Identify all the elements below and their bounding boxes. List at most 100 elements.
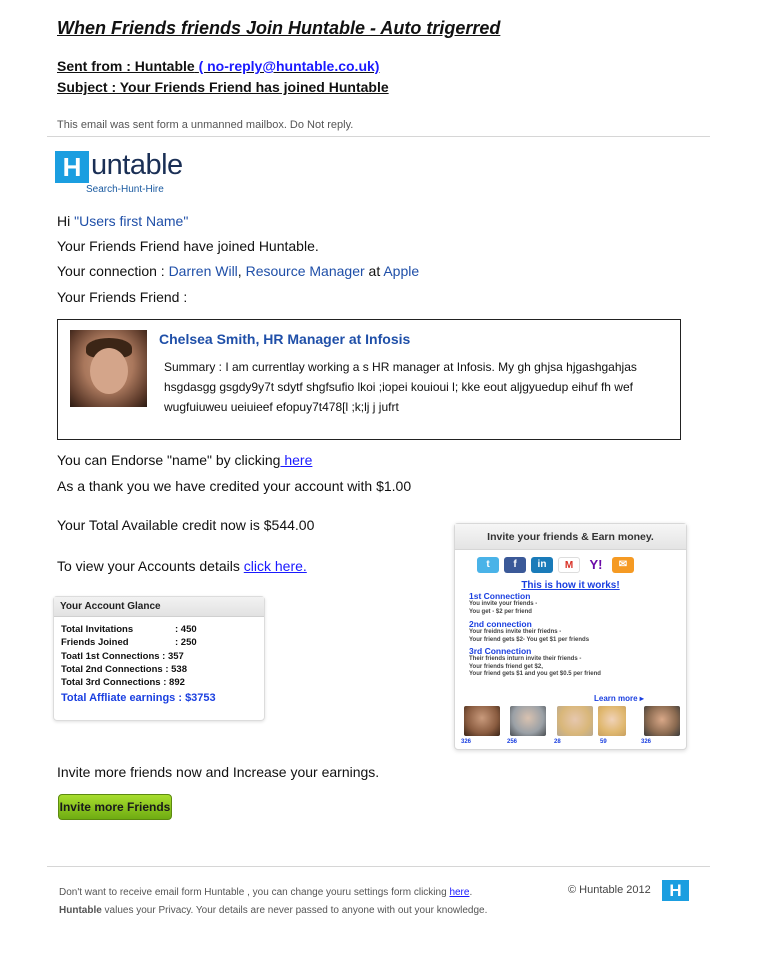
footer-logo-icon[interactable]: H	[662, 880, 689, 901]
endorse-here-link[interactable]: here	[280, 452, 312, 468]
credit-message: As a thank you we have credited your acc…	[57, 478, 412, 494]
total-credit: Your Total Available credit now is $544.…	[57, 517, 315, 533]
connection-role-link[interactable]: Resource Manager	[246, 263, 365, 279]
photo-face	[90, 348, 128, 394]
twitter-icon[interactable]: t	[477, 557, 499, 573]
profile-card: Chelsea Smith, HR Manager at Infosis Sum…	[57, 319, 681, 440]
connection-name-link[interactable]: Darren Will	[169, 263, 238, 279]
glance-row-value: : 538	[165, 663, 187, 675]
glance-row: Total Invitations : 450	[61, 624, 264, 637]
divider	[47, 136, 710, 137]
affiliate-earnings-total: Total Affliate earnings : $3753	[61, 692, 216, 705]
step-line: Their friends inturn invite their friend…	[469, 656, 582, 662]
person-photo[interactable]	[644, 706, 680, 736]
step-line: Your friend gets $1 and you get $0.5 per…	[469, 671, 601, 677]
account-glance-panel: Your Account Glance Total Invitations : 4…	[53, 596, 265, 721]
person-photo[interactable]	[598, 706, 626, 736]
subject-line: Subject : Your Friends Friend has joined…	[57, 79, 389, 95]
connection-line: Your connection : Darren Will, Resource …	[57, 263, 419, 279]
linkedin-icon[interactable]: in	[531, 557, 553, 573]
glance-row: Total 2nd Connections : 538	[61, 664, 264, 677]
profile-photo[interactable]	[70, 330, 147, 407]
endorse-line: You can Endorse "name" by clicking here	[57, 452, 312, 468]
glance-row-label: Total 2nd Connections	[61, 663, 163, 675]
logo-wordmark: untable	[91, 149, 183, 181]
glance-row-label: Friends Joined	[61, 637, 129, 649]
glance-row-value: : 357	[162, 650, 184, 662]
step-title: 2nd connection	[469, 619, 532, 629]
email-icon[interactable]: ✉	[612, 557, 634, 573]
connection-prefix: Your connection :	[57, 263, 169, 279]
invite-panel-title: Invite your friends & Earn money.	[455, 524, 686, 550]
person-photo[interactable]	[464, 706, 500, 736]
glance-row: Friends Joined : 250	[61, 637, 264, 650]
step-title: 3rd Connection	[469, 646, 532, 656]
user-first-name: "Users first Name"	[74, 213, 189, 229]
huntable-logo[interactable]: H untable Search-Hunt-Hire	[55, 149, 187, 199]
step-line: Your freidns invite their friedns -	[469, 629, 562, 635]
step-2nd-connection: 2nd connection Your freidns invite their…	[469, 620, 589, 644]
endorse-text: You can Endorse "name" by clicking	[57, 452, 281, 468]
unsubscribe-line: Don't want to receive email form Huntabl…	[59, 887, 472, 898]
invite-earn-panel: Invite your friends & Earn money. t f in…	[454, 523, 687, 750]
person-photo[interactable]	[510, 706, 546, 736]
sent-from-label: Sent from : Huntable	[57, 58, 195, 74]
step-1st-connection: 1st Connection You invite your friends -…	[469, 592, 537, 616]
account-glance-title: Your Account Glance	[54, 597, 264, 617]
glance-row-label: Total Invitations	[61, 624, 134, 635]
privacy-line: Huntable values your Privacy. Your detai…	[59, 905, 487, 916]
unsubscribe-end: .	[469, 887, 473, 898]
step-line: Your friend gets $2- You get $1 per frie…	[469, 636, 590, 643]
invite-more-friends-button[interactable]: Invite more Friends	[58, 794, 172, 820]
unmanned-mailbox-notice: This email was sent form a unmanned mail…	[57, 119, 354, 131]
logo-h-mark: H	[55, 151, 89, 183]
sent-from-line: Sent from : Huntable ( no-reply@huntable…	[57, 58, 379, 74]
logo-tagline: Search-Hunt-Hire	[86, 184, 164, 195]
greeting-hi: Hi	[57, 213, 71, 229]
step-title: 1st Connection	[469, 591, 531, 601]
connection-company-link[interactable]: Apple	[383, 263, 419, 279]
glance-row-value: : 892	[163, 677, 185, 689]
step-line: You get - $2 per friend	[469, 608, 532, 615]
glance-row-label: Total 3rd Connections	[61, 677, 161, 689]
accounts-click-here-link[interactable]: click here.	[244, 558, 307, 574]
accounts-text: To view your Accounts details	[57, 558, 244, 574]
connection-at: at	[364, 263, 384, 279]
friends-friend-label: Your Friends Friend :	[57, 289, 188, 305]
greeting: Hi "Users first Name"	[57, 213, 188, 229]
social-icons: t f in M Y! ✉	[477, 557, 634, 573]
person-count: 326	[641, 739, 652, 745]
person-photo[interactable]	[557, 706, 593, 736]
connection-separator: ,	[237, 263, 246, 279]
yahoo-icon[interactable]: Y!	[585, 557, 607, 573]
facebook-icon[interactable]: f	[504, 557, 526, 573]
step-line: You invite your friends -	[469, 601, 538, 607]
footer-divider	[47, 866, 710, 867]
profile-name-link[interactable]: Chelsea Smith, HR Manager at Infosis	[159, 331, 410, 347]
joined-message: Your Friends Friend have joined Huntable…	[57, 238, 319, 254]
invite-more-message: Invite more friends now and Increase you…	[57, 764, 380, 780]
person-count: 256	[507, 739, 518, 745]
learn-more-link[interactable]: Learn more ▸	[594, 694, 644, 703]
step-line: Your friends friend get $2,	[469, 663, 543, 670]
accounts-line: To view your Accounts details click here…	[57, 558, 307, 574]
unsubscribe-text: Don't want to receive email form Huntabl…	[59, 887, 450, 898]
glance-row: Toatl 1st Connections : 357	[61, 651, 264, 664]
privacy-brand: Huntable	[59, 905, 102, 916]
glance-row-value: : 250	[175, 637, 197, 649]
person-count: 326	[461, 739, 472, 745]
glance-row: Total 3rd Connections : 892	[61, 677, 264, 690]
person-count: 59	[600, 739, 607, 745]
page-title: When Friends friends Join Huntable - Aut…	[57, 18, 501, 38]
glance-row-value: : 450	[175, 624, 197, 635]
sender-email-link[interactable]: ( no-reply@huntable.co.uk)	[199, 58, 380, 74]
person-count: 28	[554, 739, 561, 745]
copyright: © Huntable 2012	[568, 884, 651, 896]
settings-here-link[interactable]: here	[449, 887, 469, 898]
how-it-works-title[interactable]: This is how it works!	[455, 580, 686, 591]
privacy-text: values your Privacy. Your details are ne…	[101, 905, 488, 916]
gmail-icon[interactable]: M	[558, 557, 580, 573]
glance-row-label: Toatl 1st Connections	[61, 650, 160, 662]
step-3rd-connection: 3rd Connection Their friends inturn invi…	[469, 647, 601, 679]
profile-summary: Summary : I am currentlay working a s HR…	[164, 360, 637, 414]
